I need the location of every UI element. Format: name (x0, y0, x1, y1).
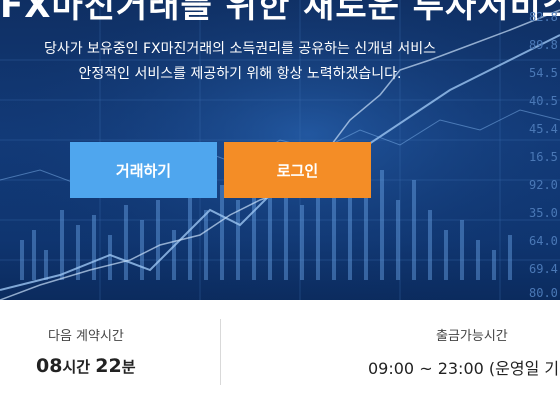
chart-axis-labels: 82.8 89.8 54.5 40.5 45.4 16.5 92.0 35.0 … (529, 0, 560, 300)
trade-button[interactable]: 거래하기 (70, 142, 217, 198)
axis-label: 45.4 (529, 122, 558, 136)
hero-headline: FX마진거래를 위한 새로운 투자서비스 (0, 0, 560, 26)
axis-label: 40.5 (529, 94, 558, 108)
axis-label: 54.5 (529, 66, 558, 80)
countdown-hours-unit: 시간 (62, 358, 91, 376)
next-contract-countdown: 08시간 22분 (36, 355, 136, 377)
login-button[interactable]: 로그인 (224, 142, 371, 198)
countdown-minutes: 22 (95, 355, 122, 377)
hero-banner: FX마진거래를 위한 새로운 투자서비스 당사가 보유중인 FX마진거래의 소득… (0, 0, 560, 300)
axis-label: 89.8 (529, 38, 558, 52)
next-contract-label: 다음 계약시간 (48, 329, 124, 344)
info-divider (220, 319, 221, 385)
withdraw-hours-label: 출금가능시간 (436, 329, 508, 344)
axis-label: 82.8 (529, 10, 558, 24)
axis-label: 80.0 (529, 286, 558, 300)
axis-label: 69.4 (529, 262, 558, 276)
countdown-hours: 08 (36, 355, 63, 377)
axis-label: 16.5 (529, 150, 558, 164)
info-bar: 다음 계약시간 08시간 22분 출금가능시간 09:00 ~ 23:00 (운… (0, 300, 560, 400)
countdown-minutes-unit: 분 (121, 358, 136, 376)
axis-label: 64.0 (529, 234, 558, 248)
axis-label: 92.0 (529, 178, 558, 192)
hero-subtitle-line2: 안정적인 서비스를 제공하기 위해 항상 노력하겠습니다. (78, 66, 402, 82)
hero-subtitle-line1: 당사가 보유중인 FX마진거래의 소득권리를 공유하는 신개념 서비스 (43, 41, 437, 57)
withdraw-hours-value: 09:00 ~ 23:00 (운영일 기 (368, 359, 560, 378)
axis-label: 35.0 (529, 206, 558, 220)
